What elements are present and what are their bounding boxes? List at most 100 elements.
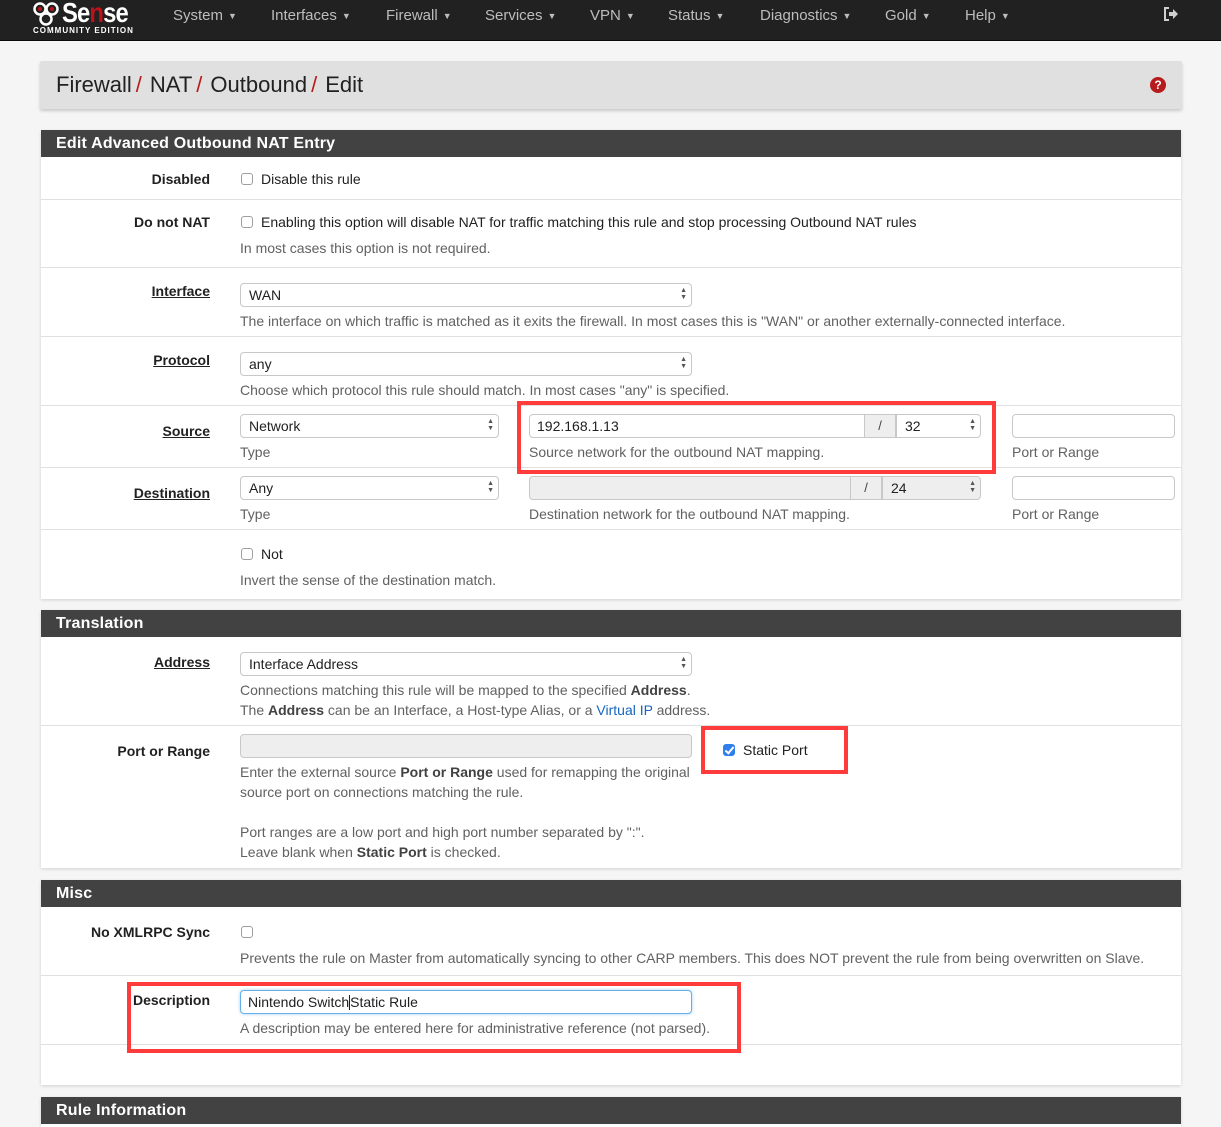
protocol-select[interactable]: any ▲ ▼ [240, 352, 692, 376]
source-port-input[interactable] [1012, 414, 1175, 438]
label-disabled: Disabled [151, 171, 210, 187]
interface-help: The interface on which traffic is matche… [240, 313, 1066, 329]
destination-network-help: Destination network for the outbound NAT… [529, 506, 850, 522]
source-network-input[interactable]: 192.168.1.13 [529, 414, 865, 438]
label-destination[interactable]: Destination [134, 485, 210, 501]
panel-heading-edit: Edit Advanced Outbound NAT Entry [41, 130, 1181, 157]
select-arrows-icon: ▲ ▼ [487, 480, 494, 494]
protocol-help: Choose which protocol this rule should m… [240, 382, 730, 398]
caret-down-icon: ▼ [625, 11, 635, 22]
rule-information-panel: Rule Information [41, 1097, 1181, 1127]
source-type-help: Type [240, 444, 271, 460]
select-arrows-icon: ▲ ▼ [680, 287, 687, 301]
nav-services[interactable]: Services ▼ [485, 7, 556, 27]
source-port-help: Port or Range [1012, 444, 1100, 460]
destination-type-help: Type [240, 506, 271, 522]
top-navbar: Sense COMMUNITY EDITION System ▼ Interfac… [0, 0, 1221, 41]
source-network-help: Source network for the outbound NAT mapp… [529, 444, 825, 460]
breadcrumb-separator: / [311, 72, 318, 97]
select-arrows-icon: ▲ ▼ [680, 356, 687, 370]
row-no-xmlrpc-sync: No XMLRPC Sync Prevents the rule on Mast… [41, 907, 1181, 976]
caret-down-icon: ▼ [341, 11, 351, 22]
breadcrumb-firewall[interactable]: Firewall [56, 72, 132, 97]
nav-diagnostics[interactable]: Diagnostics ▼ [760, 7, 851, 27]
misc-panel: Misc No XMLRPC Sync Prevents the rule on… [41, 880, 1181, 1085]
label-interface[interactable]: Interface [152, 283, 210, 299]
sign-out-icon[interactable] [1163, 6, 1179, 22]
row-do-not-nat: Do not NAT Enabling this option will dis… [41, 200, 1181, 268]
do-not-nat-checkbox[interactable] [241, 216, 253, 228]
nav-gold[interactable]: Gold ▼ [885, 7, 931, 27]
caret-down-icon: ▼ [1000, 11, 1010, 22]
breadcrumb-outbound[interactable]: Outbound [210, 72, 307, 97]
translation-panel: Translation Address Interface Address ▲ ▼… [41, 610, 1181, 868]
select-arrows-icon: ▲ ▼ [680, 656, 687, 670]
disable-rule-checkbox-label[interactable]: Disable this rule [241, 171, 361, 187]
panel-heading-rule-information: Rule Information [41, 1097, 1181, 1124]
row-protocol: Protocol any ▲ ▼ Choose which protocol th… [41, 337, 1181, 406]
nav-system[interactable]: System ▼ [173, 7, 237, 27]
disable-rule-checkbox[interactable] [241, 173, 253, 185]
virtual-ip-link[interactable]: Virtual IP [596, 702, 652, 718]
row-port-or-range: Port or Range Static Port Enter the exte… [41, 726, 1181, 868]
page-header: Firewall / NAT / Outbound / Edit ? [40, 61, 1182, 109]
address-help: Connections matching this rule will be m… [240, 682, 711, 718]
destination-mask-select[interactable]: 24 ▲ ▼ [882, 476, 981, 500]
do-not-nat-help: In most cases this option is not require… [240, 240, 491, 256]
row-disabled: Disabled Disable this rule [41, 157, 1181, 200]
caret-down-icon: ▼ [228, 11, 237, 22]
destination-slash-addon: / [850, 476, 882, 500]
nav-interfaces[interactable]: Interfaces ▼ [271, 7, 351, 27]
logo-subtitle: COMMUNITY EDITION [33, 26, 134, 35]
destination-port-input[interactable] [1012, 476, 1175, 500]
label-port-or-range: Port or Range [117, 743, 210, 759]
select-arrows-icon: ▲ ▼ [487, 418, 494, 432]
no-xmlrpc-sync-help: Prevents the rule on Master from automat… [240, 950, 1145, 966]
interface-select[interactable]: WAN ▲ ▼ [240, 283, 692, 307]
pfsense-logo[interactable]: Sense COMMUNITY EDITION [30, 0, 145, 40]
static-port-checkbox-label[interactable]: Static Port [723, 742, 808, 758]
not-help: Invert the sense of the destination matc… [240, 572, 497, 588]
do-not-nat-checkbox-label[interactable]: Enabling this option will disable NAT fo… [241, 214, 917, 230]
port-or-range-help: Enter the external source Port or Range … [240, 764, 690, 860]
row-destination: Destination Any ▲ ▼ Type / 24 ▲ ▼ Destinat… [41, 468, 1181, 530]
nav-vpn[interactable]: VPN ▼ [590, 7, 635, 27]
label-no-xmlrpc-sync: No XMLRPC Sync [90, 924, 210, 940]
select-arrows-icon: ▲ ▼ [969, 480, 976, 494]
translation-port-input[interactable] [240, 734, 692, 758]
label-address[interactable]: Address [154, 654, 210, 670]
breadcrumb-separator: / [196, 72, 203, 97]
label-description: Description [132, 992, 210, 1008]
nav-status[interactable]: Status ▼ [668, 7, 724, 27]
not-checkbox-label[interactable]: Not [241, 546, 283, 562]
row-empty [41, 1045, 1181, 1065]
caret-down-icon: ▼ [715, 11, 725, 22]
destination-network-input[interactable] [529, 476, 851, 500]
breadcrumb-separator: / [135, 72, 142, 97]
label-protocol[interactable]: Protocol [153, 352, 210, 368]
source-type-select[interactable]: Network ▲ ▼ [240, 414, 499, 438]
row-not: Not Invert the sense of the destination … [41, 530, 1181, 598]
static-port-checkbox[interactable] [723, 744, 735, 756]
destination-type-select[interactable]: Any ▲ ▼ [240, 476, 499, 500]
source-mask-select[interactable]: 32 ▲ ▼ [896, 414, 981, 438]
source-slash-addon: / [864, 414, 896, 438]
select-arrows-icon: ▲ ▼ [969, 418, 976, 432]
label-do-not-nat: Do not NAT [134, 214, 210, 230]
caret-down-icon: ▼ [547, 11, 557, 22]
destination-port-help: Port or Range [1012, 506, 1100, 522]
label-source[interactable]: Source [163, 423, 210, 439]
nav-firewall[interactable]: Firewall ▼ [386, 7, 452, 27]
caret-down-icon: ▼ [442, 11, 452, 22]
caret-down-icon: ▼ [842, 11, 852, 22]
panel-heading-misc: Misc [41, 880, 1181, 907]
no-xmlrpc-sync-checkbox[interactable] [241, 926, 253, 938]
panel-heading-translation: Translation [41, 610, 1181, 637]
breadcrumb-nat[interactable]: NAT [150, 72, 192, 97]
description-input[interactable]: Nintendo SwitchStatic Rule [240, 990, 692, 1014]
not-checkbox[interactable] [241, 548, 253, 560]
address-select[interactable]: Interface Address ▲ ▼ [240, 652, 692, 676]
nav-help[interactable]: Help ▼ [965, 7, 1010, 27]
caret-down-icon: ▼ [921, 11, 931, 22]
question-circle-icon[interactable]: ? [1150, 77, 1166, 93]
